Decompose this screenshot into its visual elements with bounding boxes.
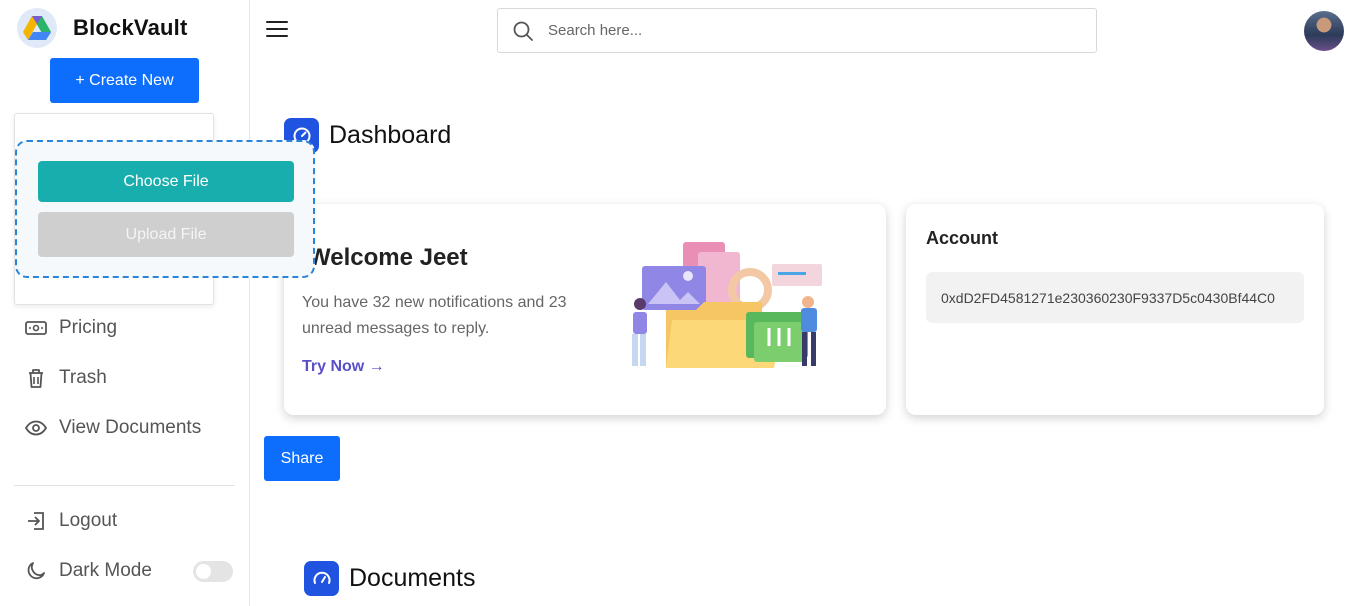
sidebar-item-pricing[interactable]: Pricing: [25, 317, 117, 339]
try-now-link[interactable]: Try Now →: [302, 358, 385, 376]
avatar[interactable]: [1304, 11, 1344, 51]
eye-icon: [25, 417, 47, 439]
sidebar-item-label: View Documents: [59, 417, 202, 438]
menu-icon[interactable]: [266, 21, 288, 37]
choose-file-button[interactable]: Choose File: [38, 161, 294, 202]
logout-icon: [25, 510, 47, 532]
search-input[interactable]: [548, 22, 1068, 39]
section-title: Documents: [349, 564, 476, 592]
search-icon: [512, 20, 534, 42]
share-button[interactable]: Share: [264, 436, 340, 481]
sidebar-item-logout[interactable]: Logout: [25, 510, 117, 532]
account-card: Account 0xdD2FD4581271e230360230F9337D5c…: [906, 204, 1324, 415]
create-new-button[interactable]: + Create New: [50, 58, 199, 103]
documents-heading: Documents: [304, 561, 475, 596]
upload-file-button[interactable]: Upload File: [38, 212, 294, 257]
sidebar-item-label: Dark Mode: [59, 560, 152, 581]
sidebar-item-trash[interactable]: Trash: [25, 367, 107, 389]
sidebar-divider: [14, 485, 235, 486]
welcome-card: Welcome Jeet You have 32 new notificatio…: [284, 204, 886, 415]
dark-mode-toggle[interactable]: [193, 561, 233, 582]
sidebar-item-label: Trash: [59, 367, 107, 388]
sidebar: BlockVault + Create New Choose File Uplo…: [0, 0, 315, 606]
sidebar-item-view-documents[interactable]: View Documents: [25, 417, 201, 439]
sidebar-item-label: Logout: [59, 510, 118, 531]
cash-icon: [25, 317, 47, 339]
sidebar-item-label: Pricing: [59, 317, 118, 338]
trash-icon: [25, 367, 47, 389]
gauge-icon: [304, 561, 339, 596]
account-heading: Account: [926, 228, 998, 248]
welcome-message: You have 32 new notifications and 23 unr…: [302, 294, 567, 337]
welcome-heading: Welcome Jeet: [308, 244, 468, 271]
upload-dropzone[interactable]: Choose File Upload File: [15, 140, 315, 278]
brand-name: BlockVault: [73, 15, 188, 40]
drive-logo-icon: [17, 8, 57, 48]
page-title: Dashboard: [329, 121, 452, 149]
search-bar[interactable]: [497, 8, 1097, 53]
wallet-address: 0xdD2FD4581271e230360230F9337D5c0430Bf44…: [926, 272, 1304, 323]
file-folder-illustration: [628, 242, 838, 368]
brand[interactable]: BlockVault: [17, 8, 187, 48]
moon-icon: [25, 560, 47, 582]
sidebar-item-dark-mode: Dark Mode: [25, 560, 152, 582]
